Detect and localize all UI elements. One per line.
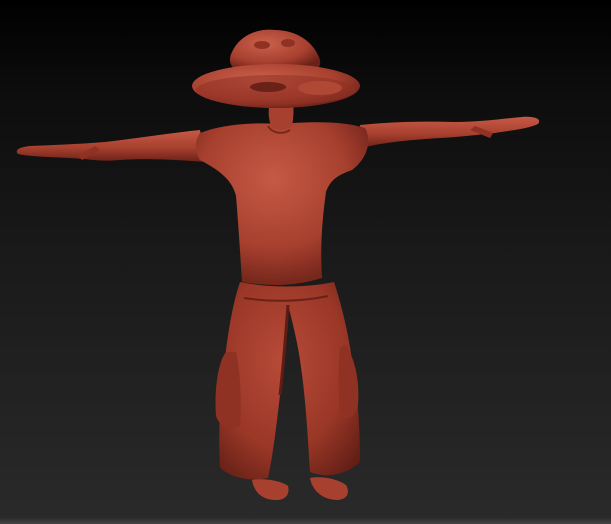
character-model[interactable]	[0, 0, 611, 524]
hat	[192, 29, 360, 108]
3d-viewport[interactable]	[0, 0, 611, 524]
feet	[252, 477, 348, 500]
viewport-bottom-edge	[0, 518, 611, 524]
left-arm	[16, 130, 206, 162]
right-arm	[360, 116, 540, 148]
torso-shirt	[195, 122, 369, 285]
pants	[215, 282, 360, 480]
